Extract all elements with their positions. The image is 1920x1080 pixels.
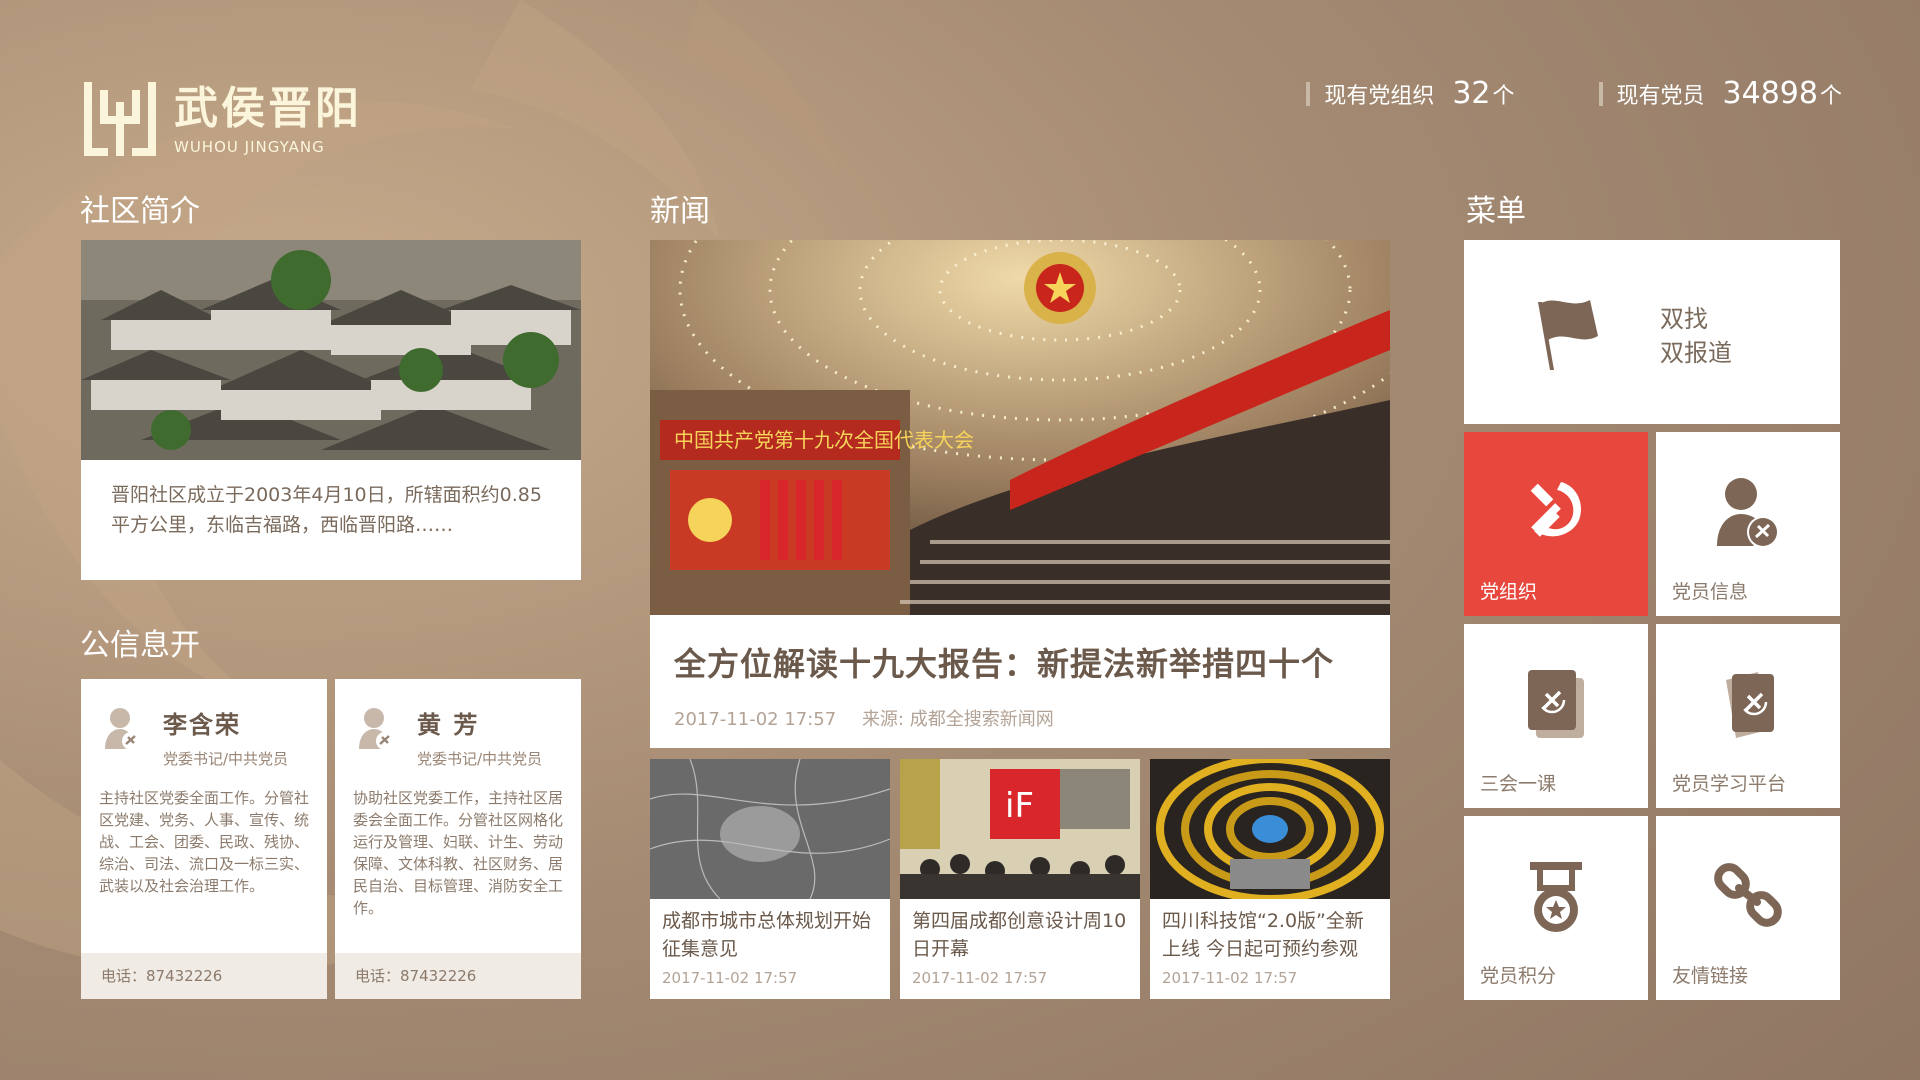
meeting-books-icon (1528, 670, 1584, 738)
tile-label: 党组织 (1480, 581, 1538, 603)
news-item-time: 2017-11-02 17:57 (662, 969, 798, 987)
news-item-title: 第四届成都创意设计周10日开幕 (912, 910, 1127, 960)
section-title-public-info: 公信息开 (80, 628, 200, 663)
logo-subtitle: WUHOU JINGYANG (174, 138, 325, 156)
study-platform-icon (1726, 672, 1774, 738)
community-intro-card[interactable]: 晋阳社区成立于2003年4月10日，所辖面积约0.85平方公里，东临吉福路，西临… (81, 240, 581, 580)
staff-name: 黄 芳 (417, 711, 480, 739)
header-stats: 现有党组织 32 个 现有党员 34898 个 (1222, 76, 1842, 111)
stat-party-orgs: 现有党组织 32 个 (1306, 76, 1515, 111)
menu-main-line1: 双找 (1660, 305, 1708, 333)
main-news-card[interactable]: 中国共产党第十九次全国代表大会 全方位解读十九大报告：新提法新举措四十个 201… (650, 240, 1390, 748)
news-item-card[interactable]: iF 第四届成都创意设计周10日开幕 2017-11-02 17:57 (900, 759, 1140, 999)
news-item-card[interactable]: 成都市城市总体规划开始征集意见 2017-11-02 17:57 (650, 759, 890, 999)
stat-label: 现有党组织 (1324, 83, 1435, 109)
news-item-title: 成都市城市总体规划开始征集意见 (662, 910, 872, 960)
staff-role: 党委书记/中共党员 (163, 750, 289, 768)
section-title-intro: 社区简介 (80, 194, 200, 229)
stat-party-members: 现有党员 34898 个 (1598, 76, 1842, 111)
community-intro-text: 晋阳社区成立于2003年4月10日，所辖面积约0.85平方公里，东临吉福路，西临… (111, 484, 542, 536)
news-item-title: 四川科技馆“2.0版”全新上线 今日起可预约参观 (1162, 910, 1364, 960)
section-title-menu: 菜单 (1466, 194, 1526, 229)
news-item-time: 2017-11-02 17:57 (912, 969, 1048, 987)
stat-label: 现有党员 (1616, 83, 1705, 109)
person-icon (105, 708, 140, 750)
menu-tile-links[interactable]: 友情链接 (1656, 816, 1840, 1000)
staff-card[interactable]: 黄 芳 党委书记/中共党员 协助社区党委工作，主持社区居委会全面工作。分管社区网… (335, 679, 581, 999)
flag-icon (1538, 300, 1598, 370)
staff-description: 主持社区党委全面工作。分管社区党建、党务、人事、宣传、统战、工会、团委、民政、残… (99, 789, 310, 895)
stat-value: 32 (1452, 76, 1491, 111)
staff-phone: 电话：87432226 (335, 953, 581, 999)
section-title-news: 新闻 (650, 194, 710, 229)
svg-text:iF: iF (1005, 786, 1034, 826)
tile-label: 党员积分 (1480, 965, 1557, 987)
tile-label: 党员信息 (1672, 581, 1749, 603)
community-photo (81, 240, 581, 460)
main-news-title: 全方位解读十九大报告：新提法新举措四十个 (674, 645, 1335, 683)
main-news-meta: 2017-11-02 17:57 来源: 成都全搜索新闻网 (650, 685, 1390, 731)
stat-value: 34898 (1722, 76, 1818, 111)
menu-tile-dual-find[interactable]: 双找 双报道 (1464, 240, 1840, 424)
link-icon (1714, 863, 1782, 927)
main-news-photo: 中国共产党第十九次全国代表大会 (650, 240, 1390, 615)
staff-role: 党委书记/中共党员 (417, 750, 543, 768)
tile-label: 友情链接 (1672, 965, 1749, 987)
news-thumbnail-map (650, 759, 890, 899)
main-news-time: 2017-11-02 17:57 (674, 709, 837, 730)
staff-name: 李含荣 (163, 711, 241, 739)
menu-tile-member-info[interactable]: 党员信息 (1656, 432, 1840, 616)
tile-label: 党员学习平台 (1672, 773, 1787, 795)
person-icon (359, 708, 394, 750)
menu-main-line2: 双报道 (1660, 339, 1732, 367)
menu-tile-party-org[interactable]: 党组织 (1464, 432, 1648, 616)
stat-unit: 个 (1819, 83, 1842, 109)
staff-description: 协助社区党委工作，主持社区居委会全面工作。分管社区网格化运行及管理、妇联、计生、… (353, 789, 564, 917)
news-thumbnail-museum (1150, 759, 1390, 899)
party-emblem-icon (1530, 482, 1581, 537)
logo: 武侯晋阳 WUHOU JINGYANG (82, 80, 362, 160)
news-item-time: 2017-11-02 17:57 (1162, 969, 1298, 987)
logo-title: 武侯晋阳 (174, 83, 362, 134)
stat-unit: 个 (1492, 83, 1515, 109)
tile-label: 三会一课 (1480, 773, 1557, 795)
staff-card[interactable]: 李含荣 党委书记/中共党员 主持社区党委全面工作。分管社区党建、党务、人事、宣传… (81, 679, 327, 999)
menu-tile-meetings[interactable]: 三会一课 (1464, 624, 1648, 808)
main-news-source: 来源: 成都全搜索新闻网 (861, 709, 1054, 730)
menu-tile-study-platform[interactable]: 党员学习平台 (1656, 624, 1840, 808)
member-info-icon (1717, 478, 1779, 548)
medal-icon (1530, 862, 1582, 932)
staff-phone: 电话：87432226 (81, 953, 327, 999)
banner-text: 中国共产党第十九次全国代表大会 (674, 428, 974, 452)
menu-tile-points[interactable]: 党员积分 (1464, 816, 1648, 1000)
news-item-card[interactable]: 四川科技馆“2.0版”全新上线 今日起可预约参观 2017-11-02 17:5… (1150, 759, 1390, 999)
logo-mark-icon (84, 82, 156, 156)
news-thumbnail-expo: iF (900, 759, 1140, 899)
